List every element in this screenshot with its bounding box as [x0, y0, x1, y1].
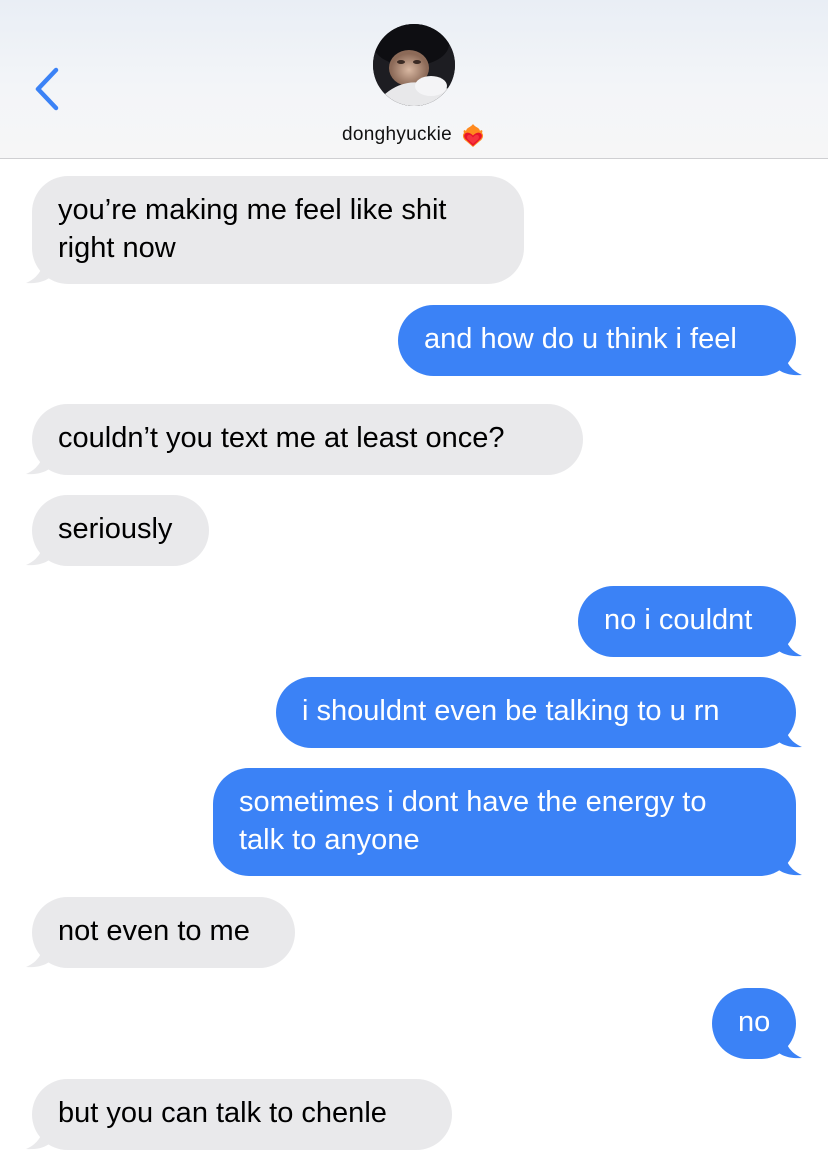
received-message-bubble[interactable]: you’re making me feel like shit right no… [32, 176, 524, 284]
chevron-left-icon[interactable] [28, 64, 68, 114]
contact-name: donghyuckie [342, 124, 452, 145]
sent-message-bubble[interactable]: no i couldnt [578, 586, 796, 657]
received-message-bubble[interactable]: couldn’t you text me at least once? [32, 404, 583, 475]
messages-screen: donghyuckie you’re making me feel like s… [0, 0, 828, 1160]
received-message-bubble[interactable]: but you can talk to chenle [32, 1079, 452, 1150]
contact-photo [373, 24, 455, 106]
sent-message-bubble[interactable]: and how do u think i feel [398, 305, 796, 376]
received-message-bubble[interactable]: seriously [32, 495, 209, 566]
contact-name-button[interactable]: donghyuckie [0, 118, 828, 152]
conversation-header: donghyuckie [0, 0, 828, 159]
received-message-bubble[interactable]: not even to me [32, 897, 295, 968]
heart-on-fire-icon [460, 122, 486, 148]
sent-message-bubble[interactable]: no [712, 988, 796, 1059]
sent-message-bubble[interactable]: i shouldnt even be talking to u rn [276, 677, 796, 748]
back-button[interactable] [28, 64, 68, 114]
sent-message-bubble[interactable]: sometimes i dont have the energy to talk… [213, 768, 796, 876]
avatar[interactable] [373, 24, 455, 106]
